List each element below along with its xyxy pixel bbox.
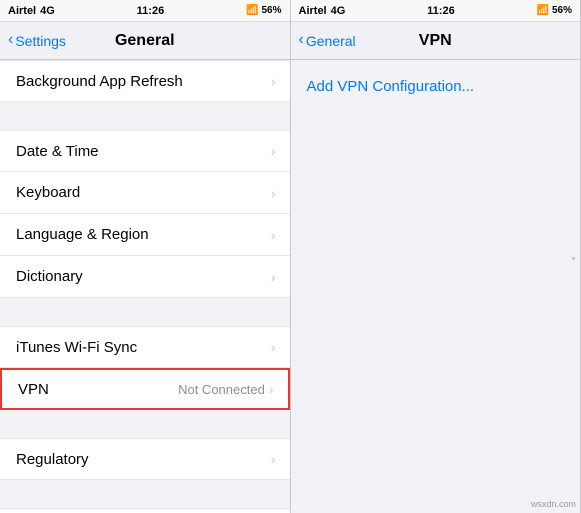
- vpn-status-text: Not Connected: [178, 382, 265, 397]
- settings-list: Background App Refresh › Date & Time › K…: [0, 60, 290, 513]
- left-panel: Airtel 4G 11:26 📶 56% ‹ Settings General…: [0, 0, 291, 513]
- settings-back-button[interactable]: ‹ Settings: [8, 32, 66, 49]
- chevron-right-icon: ›: [271, 339, 276, 355]
- back-label: Settings: [15, 33, 66, 49]
- spacer-2: [0, 298, 290, 326]
- background-app-refresh-right: ›: [271, 73, 276, 89]
- wifi-icon-left: 📶: [246, 5, 258, 16]
- itunes-wifi-sync-label: iTunes Wi-Fi Sync: [16, 339, 137, 356]
- right-panel: Airtel 4G 11:26 📶 56% ‹ General VPN Add …: [291, 0, 581, 513]
- date-time-label: Date & Time: [16, 143, 99, 160]
- dictionary-right: ›: [271, 269, 276, 285]
- keyboard-label: Keyboard: [16, 184, 80, 201]
- time-left: 11:26: [137, 5, 165, 17]
- right-status-bar: Airtel 4G 11:26 📶 56%: [291, 0, 581, 22]
- chevron-right-icon: ›: [271, 73, 276, 89]
- battery-left: 56%: [261, 5, 281, 16]
- left-nav-bar: ‹ Settings General: [0, 22, 290, 60]
- background-app-refresh-item[interactable]: Background App Refresh ›: [0, 60, 290, 102]
- language-region-right: ›: [271, 227, 276, 243]
- status-right-left: 📶 56%: [246, 5, 281, 16]
- group-5: Reset ›: [0, 508, 290, 513]
- left-nav-title: General: [115, 32, 175, 50]
- carrier-right: Airtel: [299, 5, 327, 17]
- vpn-label: VPN: [18, 381, 49, 398]
- network-left: 4G: [40, 5, 55, 17]
- general-back-button[interactable]: ‹ General: [299, 32, 356, 49]
- group-2: Date & Time › Keyboard › Language & Regi…: [0, 130, 290, 298]
- keyboard-item[interactable]: Keyboard ›: [0, 172, 290, 214]
- time-right: 11:26: [427, 5, 455, 17]
- network-right: 4G: [331, 5, 346, 17]
- vpn-right: Not Connected ›: [178, 381, 273, 397]
- chevron-right-icon: ›: [271, 227, 276, 243]
- wifi-icon-right: 📶: [537, 5, 549, 16]
- right-nav-bar: ‹ General VPN: [291, 22, 581, 60]
- back-chevron-icon: ‹: [8, 31, 13, 49]
- group-4: Regulatory ›: [0, 438, 290, 480]
- chevron-right-icon: ›: [269, 381, 274, 397]
- group-3: iTunes Wi-Fi Sync › VPN Not Connected ›: [0, 326, 290, 410]
- language-region-label: Language & Region: [16, 226, 149, 243]
- add-vpn-configuration-link[interactable]: Add VPN Configuration...: [307, 74, 565, 99]
- chevron-right-icon: ›: [271, 143, 276, 159]
- dictionary-label: Dictionary: [16, 268, 83, 285]
- scroll-dot-3: [572, 257, 575, 260]
- date-time-item[interactable]: Date & Time ›: [0, 130, 290, 172]
- chevron-right-icon: ›: [271, 451, 276, 467]
- carrier-left: Airtel: [8, 5, 36, 17]
- status-left: Airtel 4G: [8, 5, 55, 17]
- regulatory-label: Regulatory: [16, 451, 89, 468]
- date-time-right: ›: [271, 143, 276, 159]
- battery-right: 56%: [552, 5, 572, 16]
- back-chevron-icon-right: ‹: [299, 31, 304, 49]
- regulatory-item[interactable]: Regulatory ›: [0, 438, 290, 480]
- watermark: wsxdn.com: [531, 499, 576, 509]
- spacer-4: [0, 480, 290, 508]
- status-right-right: 📶 56%: [537, 5, 572, 16]
- spacer-1: [0, 102, 290, 130]
- chevron-right-icon: ›: [271, 269, 276, 285]
- status-left-right: Airtel 4G: [299, 5, 346, 17]
- back-label-right: General: [306, 33, 356, 49]
- group-1: Background App Refresh ›: [0, 60, 290, 102]
- background-app-refresh-label: Background App Refresh: [16, 73, 183, 90]
- chevron-right-icon: ›: [271, 185, 276, 201]
- dictionary-item[interactable]: Dictionary ›: [0, 256, 290, 298]
- right-nav-title: VPN: [419, 32, 452, 50]
- regulatory-right: ›: [271, 451, 276, 467]
- vpn-content: Add VPN Configuration...: [291, 60, 581, 113]
- vpn-item[interactable]: VPN Not Connected ›: [0, 368, 290, 410]
- keyboard-right: ›: [271, 185, 276, 201]
- itunes-wifi-sync-item[interactable]: iTunes Wi-Fi Sync ›: [0, 326, 290, 368]
- language-region-item[interactable]: Language & Region ›: [0, 214, 290, 256]
- itunes-wifi-sync-right: ›: [271, 339, 276, 355]
- spacer-3: [0, 410, 290, 438]
- reset-item[interactable]: Reset ›: [0, 508, 290, 513]
- left-status-bar: Airtel 4G 11:26 📶 56%: [0, 0, 290, 22]
